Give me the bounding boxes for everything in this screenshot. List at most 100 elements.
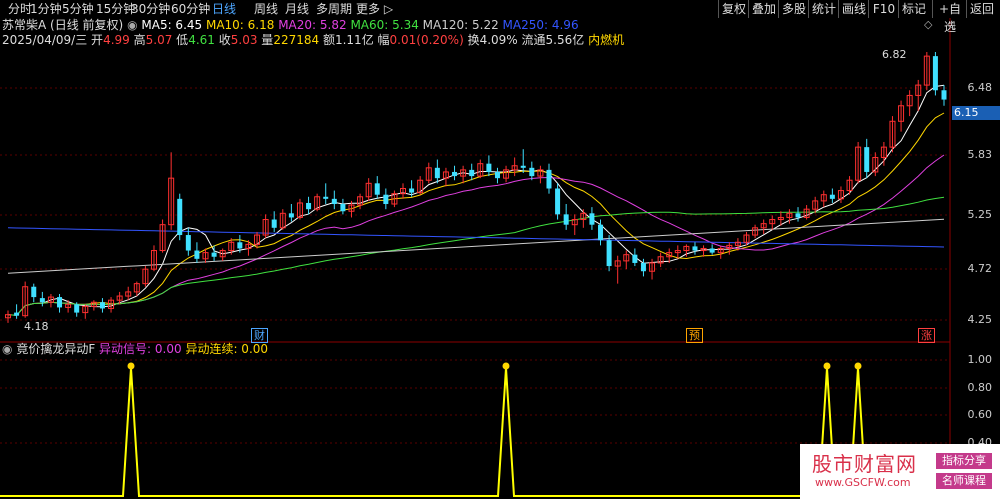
candle-body xyxy=(864,147,870,172)
candle-body xyxy=(795,213,801,218)
period-tab-5[interactable]: 60分钟 xyxy=(171,0,210,18)
candle-body xyxy=(288,213,294,218)
candle-body xyxy=(529,167,535,177)
toolbar-button-1[interactable]: 叠加 xyxy=(748,0,779,18)
close-value: 5.03 xyxy=(230,33,258,47)
candle-body xyxy=(99,302,105,309)
indicator-axis-label: 1.00 xyxy=(967,353,993,366)
candle-body xyxy=(39,298,45,303)
forecast-event-mark[interactable]: 预 xyxy=(686,328,703,343)
signal-marker-icon xyxy=(502,362,510,370)
candle-body xyxy=(306,202,312,210)
stock-title-row: 苏常柴A (日线 前复权) ◉ MA5: 6.45 MA10: 6.18 MA2… xyxy=(2,18,579,33)
finance-event-mark[interactable]: 财 xyxy=(251,328,268,343)
toolbar-button-4[interactable]: 画线 xyxy=(838,0,869,18)
indicator-name[interactable]: 竟价擒龙异动F xyxy=(16,342,95,356)
signal-marker-icon xyxy=(127,362,135,370)
candle-body xyxy=(194,250,200,259)
toolbar-button-3[interactable]: 统计 xyxy=(808,0,839,18)
price-mode[interactable]: (日线 前复权) xyxy=(50,18,123,32)
candle-body xyxy=(331,198,337,205)
period-tab-0[interactable]: 分时 xyxy=(8,0,32,18)
candle-body xyxy=(640,262,646,272)
period-tab-8[interactable]: 月线 xyxy=(285,0,309,18)
low-price-mark: 4.18 xyxy=(24,320,49,333)
toolbar-button-6[interactable]: 标记 xyxy=(898,0,929,18)
close-label: 收 xyxy=(218,33,231,47)
watermark-logo: 股市财富网 xyxy=(812,452,917,476)
ma-legend-item: MA5: 6.45 xyxy=(141,18,206,32)
price-axis-label: 5.83 xyxy=(967,148,993,161)
candle-body xyxy=(520,165,526,168)
continuous-label: 异动连续: 0.00 xyxy=(185,342,269,356)
candle-body xyxy=(632,254,638,263)
period-tab-10[interactable]: 更多 ▷ xyxy=(356,0,393,18)
high-price-mark: 6.82 xyxy=(882,48,907,61)
toolbar-button-5[interactable]: F10 xyxy=(868,0,899,18)
indicator-title-row: ◉ 竟价擒龙异动F 异动信号: 0.00 异动连续: 0.00 xyxy=(2,342,268,357)
ma-legend-item: MA10: 6.18 xyxy=(205,18,279,32)
candle-body xyxy=(434,167,440,179)
toolbar-button-0[interactable]: 复权 xyxy=(718,0,749,18)
ma120-line xyxy=(7,218,945,274)
candlestick-series xyxy=(5,52,947,323)
collapse-icon[interactable]: ◁ xyxy=(944,18,956,31)
candle-body xyxy=(14,312,20,316)
ma-legend-item: MA60: 5.34 xyxy=(350,18,423,32)
candle-body xyxy=(829,194,835,199)
candle-body xyxy=(563,214,569,225)
float-value: 流通5.56亿 xyxy=(521,33,585,47)
candle-body xyxy=(383,194,389,205)
settings-icon[interactable]: ◉ xyxy=(127,18,137,32)
price-axis-label: 4.25 xyxy=(967,313,993,326)
candle-body xyxy=(323,196,329,199)
grid-lines xyxy=(0,18,951,499)
signal-marker-icon xyxy=(854,362,862,370)
low-value: 4.61 xyxy=(188,33,215,47)
ma-legend-item: MA20: 5.82 xyxy=(278,18,351,32)
period-tab-1[interactable]: 1分钟 xyxy=(30,0,62,18)
period-tab-4[interactable]: 30分钟 xyxy=(131,0,170,18)
indicator-axis-label: 0.80 xyxy=(967,381,993,394)
open-label: 开 xyxy=(91,33,104,47)
diamond-icon[interactable]: ◇ xyxy=(922,18,934,31)
amount-label: 额 xyxy=(322,33,335,47)
period-tab-9[interactable]: 多周期 xyxy=(316,0,352,18)
period-tab-6[interactable]: 日线 xyxy=(212,0,236,18)
candle-body xyxy=(452,171,458,177)
toolbar-button-7[interactable]: +自选 xyxy=(932,0,967,34)
candle-body xyxy=(211,252,217,257)
watermark-tag-1: 指标分享 xyxy=(936,453,992,469)
period-tab-3[interactable]: 15分钟 xyxy=(96,0,135,18)
candle-body xyxy=(589,213,595,225)
turnover-value: 换4.09% xyxy=(467,33,518,47)
candle-body xyxy=(185,235,191,251)
candle-body xyxy=(74,304,80,313)
high-label: 高 xyxy=(133,33,146,47)
candle-body xyxy=(374,183,380,195)
ma20-line xyxy=(7,154,945,316)
candle-body xyxy=(409,188,415,193)
date-label: 2025/04/09/三 xyxy=(2,33,88,47)
candle-body xyxy=(932,56,938,91)
candle-body xyxy=(57,297,63,308)
indicator-axis-label: 0.60 xyxy=(967,408,993,421)
stock-name: 苏常柴A xyxy=(2,18,47,32)
change-value: 0.01(0.20%) xyxy=(389,33,464,47)
period-tab-2[interactable]: 5分钟 xyxy=(62,0,94,18)
indicator-settings-icon[interactable]: ◉ xyxy=(2,342,12,356)
sector-label[interactable]: 内燃机 xyxy=(588,33,624,47)
candle-body xyxy=(271,219,277,228)
toolbar-button-8[interactable]: 返回 xyxy=(966,0,997,18)
toolbar-button-2[interactable]: 多股 xyxy=(778,0,809,18)
period-tab-7[interactable]: 周线 xyxy=(254,0,278,18)
watermark-url: www.GSCFW.com xyxy=(815,476,911,489)
current-price-tag: 6.15 xyxy=(952,106,1000,120)
ma250-line xyxy=(7,227,945,248)
watermark-tag-2: 名师课程 xyxy=(936,473,992,489)
candle-body xyxy=(555,188,561,215)
high-value: 5.07 xyxy=(145,33,173,47)
price-axis-label: 5.25 xyxy=(967,208,993,221)
volume-label: 量 xyxy=(261,33,274,47)
limit-up-mark[interactable]: 涨 xyxy=(918,328,935,343)
